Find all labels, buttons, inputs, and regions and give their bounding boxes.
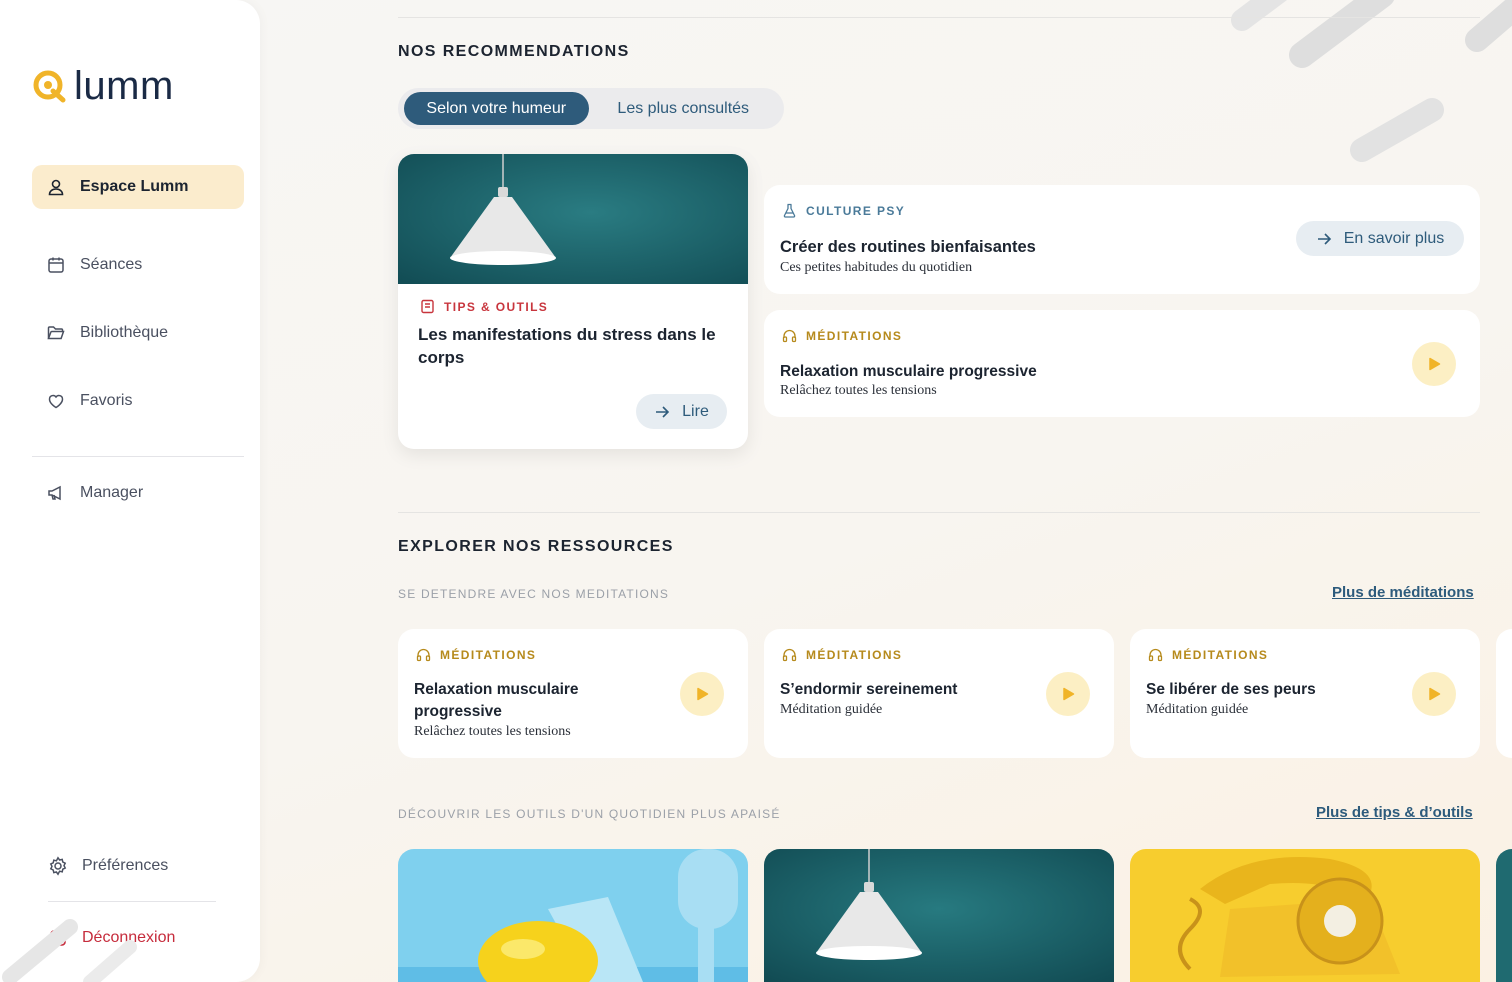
- meditation-title: Relaxation musculaire progressive: [780, 363, 1037, 380]
- article-title: Créer des routines bienfaisantes: [780, 238, 1036, 256]
- sidebar-item-espace-lumm[interactable]: Espace Lumm: [32, 165, 244, 209]
- sidebar-item-label: Séances: [80, 256, 143, 273]
- tab-les-plus-consultes[interactable]: Les plus consultés: [589, 92, 779, 125]
- play-icon: [1429, 687, 1441, 701]
- sidebar: lumm Espace Lumm Séances Bibliothèque Fa…: [0, 0, 260, 982]
- tab-selon-votre-humeur[interactable]: Selon votre humeur: [404, 92, 589, 125]
- tool-card-lemon[interactable]: [398, 849, 748, 982]
- sidebar-item-label: Favoris: [80, 392, 133, 409]
- headphones-icon: [782, 648, 797, 662]
- meditation-tag-label: MÉDITATIONS: [806, 328, 903, 343]
- play-icon: [697, 687, 709, 701]
- lumm-logo-icon: [33, 70, 66, 103]
- more-meditations-link[interactable]: Plus de méditations: [1332, 584, 1474, 601]
- play-button[interactable]: [680, 672, 724, 716]
- flask-icon: [783, 203, 796, 218]
- meditation-card[interactable]: MÉDITATIONS S’endormir sereinement Médit…: [764, 629, 1114, 758]
- tools-heading: DÉCOUVRIR LES OUTILS D'UN QUOTIDIEN PLUS…: [398, 807, 781, 821]
- brush-stroke-decoration: [1231, 0, 1512, 162]
- play-button[interactable]: [1412, 342, 1456, 386]
- brush-stroke-decoration: [2, 919, 137, 982]
- recommendations-title: NOS RECOMMENDATIONS: [398, 43, 630, 60]
- meditation-card[interactable]: MÉDITATIONS Relaxation musculaire progre…: [764, 310, 1480, 417]
- play-button[interactable]: [1412, 672, 1456, 716]
- section-divider: [398, 512, 1480, 513]
- article-subtitle: Ces petites habitudes du quotidien: [780, 260, 973, 275]
- section-divider: [398, 17, 1480, 18]
- sidebar-item-favoris[interactable]: Favoris: [32, 379, 244, 423]
- logo-wordmark: lumm: [74, 64, 174, 108]
- folder-icon: [47, 326, 65, 340]
- arrow-right-icon: [1317, 232, 1331, 245]
- meditation-card-peek[interactable]: [1496, 629, 1512, 758]
- more-tools-link[interactable]: Plus de tips & d’outils: [1316, 804, 1473, 821]
- book-icon: [421, 299, 434, 314]
- sidebar-divider: [32, 456, 244, 457]
- sidebar-item-bibliotheque[interactable]: Bibliothèque: [32, 311, 244, 355]
- tool-card-phone[interactable]: [1130, 849, 1480, 982]
- sidebar-item-seances[interactable]: Séances: [32, 243, 244, 287]
- featured-title: Les manifestations du stress dans le cor…: [418, 325, 716, 367]
- tool-card-lamp[interactable]: [764, 849, 1114, 982]
- play-icon: [1063, 687, 1075, 701]
- telephone-image: [1130, 849, 1480, 982]
- meditation-tag-label: MÉDITATIONS: [440, 647, 537, 662]
- meditation-tag: MÉDITATIONS: [416, 647, 536, 662]
- sidebar-item-preferences[interactable]: Préférences: [34, 844, 246, 888]
- user-icon: [48, 179, 64, 196]
- learn-more-label: En savoir plus: [1343, 229, 1445, 247]
- arrow-right-icon: [656, 405, 670, 418]
- play-button[interactable]: [1046, 672, 1090, 716]
- meditation-title: S’endormir sereinement: [780, 681, 958, 698]
- headphones-icon: [782, 329, 797, 343]
- headphones-icon: [1148, 648, 1163, 662]
- meditation-card[interactable]: MÉDITATIONS Relaxation musculaire progre…: [398, 629, 748, 758]
- lamp-image: [398, 154, 748, 284]
- meditation-tag-label: MÉDITATIONS: [1172, 647, 1269, 662]
- featured-tag: TIPS & OUTILS: [420, 299, 548, 314]
- read-button-label: Lire: [682, 402, 709, 420]
- meditation-tag-label: MÉDITATIONS: [806, 647, 903, 662]
- gear-icon: [49, 856, 67, 876]
- lemon-image: [398, 849, 748, 982]
- play-icon: [1429, 357, 1441, 371]
- featured-article-card[interactable]: TIPS & OUTILS Les manifestations du stre…: [398, 154, 748, 449]
- lamp-image: [764, 849, 1114, 982]
- explore-title: EXPLORER NOS RESSOURCES: [398, 538, 674, 555]
- article-tag: CULTURE PSY: [782, 203, 905, 218]
- meditation-subtitle: Relâchez toutes les tensions: [414, 724, 571, 739]
- meditations-heading: SE DETENDRE AVEC NOS MEDITATIONS: [398, 587, 670, 601]
- headphones-icon: [416, 648, 431, 662]
- meditation-title: Relaxation musculaire progressive: [414, 681, 579, 720]
- calendar-icon: [48, 257, 64, 273]
- meditation-subtitle: Méditation guidée: [1146, 702, 1249, 717]
- learn-more-button[interactable]: En savoir plus: [1296, 221, 1464, 256]
- megaphone-icon: [48, 485, 61, 501]
- recommendation-tabs: Selon votre humeur Les plus consultés: [398, 88, 784, 129]
- article-tag-label: CULTURE PSY: [806, 203, 906, 218]
- featured-tag-label: TIPS & OUTILS: [444, 299, 549, 314]
- meditation-subtitle: Méditation guidée: [780, 702, 883, 717]
- meditation-subtitle: Relâchez toutes les tensions: [780, 383, 937, 398]
- sidebar-item-manager[interactable]: Manager: [32, 471, 244, 515]
- meditation-tag: MÉDITATIONS: [782, 647, 902, 662]
- lumm-logo[interactable]: lumm: [32, 66, 174, 106]
- sidebar-item-label: Préférences: [82, 857, 169, 874]
- article-card[interactable]: CULTURE PSY Créer des routines bienfaisa…: [764, 185, 1480, 294]
- sidebar-item-label: Manager: [80, 484, 144, 501]
- read-button[interactable]: Lire: [636, 394, 727, 429]
- meditation-tag: MÉDITATIONS: [1148, 647, 1268, 662]
- meditation-card[interactable]: MÉDITATIONS Se libérer de ses peurs Médi…: [1130, 629, 1480, 758]
- sidebar-item-label: Bibliothèque: [80, 324, 169, 341]
- tool-card-peek[interactable]: [1496, 849, 1512, 982]
- meditation-tag: MÉDITATIONS: [782, 328, 902, 343]
- heart-icon: [48, 394, 64, 409]
- meditation-title: Se libérer de ses peurs: [1146, 681, 1316, 698]
- sidebar-item-label: Espace Lumm: [80, 178, 189, 195]
